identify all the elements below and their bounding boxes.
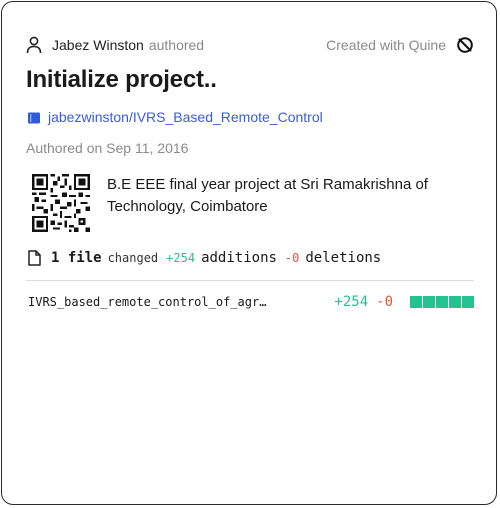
commit-card: Jabez Winston authored Created with Quin…	[1, 1, 497, 505]
file-additions: +254	[334, 294, 369, 310]
commit-title: Initialize project..	[26, 66, 217, 93]
author-name[interactable]: Jabez Winston	[52, 37, 144, 53]
created-with-label: Created with Quine	[326, 37, 446, 53]
repo-row: jabezwinston/IVRS_Based_Remote_Control	[28, 109, 323, 125]
file-row[interactable]: IVRS_based_remote_control_of_agr… +254 -…	[28, 292, 474, 312]
diff-blocks	[409, 296, 474, 308]
commit-date: Authored on Sep 11, 2016	[26, 140, 189, 156]
repo-icon	[28, 111, 40, 124]
diff-block	[449, 296, 461, 308]
quine-icon[interactable]	[456, 36, 474, 54]
files-count: 1 file	[51, 250, 102, 266]
diff-block	[462, 296, 474, 308]
deletions-count: -0	[284, 251, 300, 265]
diff-summary: 1 file changed +254 additions -0 deletio…	[28, 250, 381, 266]
file-name[interactable]: IVRS_based_remote_control_of_agr…	[28, 295, 266, 309]
divider	[26, 280, 474, 281]
file-icon	[28, 250, 41, 266]
changed-label: changed	[107, 251, 159, 265]
authored-label: authored	[148, 37, 205, 53]
additions-count: +254	[166, 251, 196, 265]
commit-description: B.E EEE final year project at Sri Ramakr…	[107, 176, 428, 215]
card-header: Jabez Winston authored Created with Quin…	[26, 34, 474, 56]
user-icon	[26, 36, 42, 54]
diff-block	[410, 296, 422, 308]
file-deletions: -0	[376, 294, 393, 310]
qr-code-icon	[32, 174, 90, 232]
diff-block	[436, 296, 448, 308]
deletions-label: deletions	[305, 250, 382, 266]
additions-label: additions	[201, 250, 277, 266]
repo-link[interactable]: jabezwinston/IVRS_Based_Remote_Control	[48, 109, 323, 125]
diff-block	[423, 296, 435, 308]
